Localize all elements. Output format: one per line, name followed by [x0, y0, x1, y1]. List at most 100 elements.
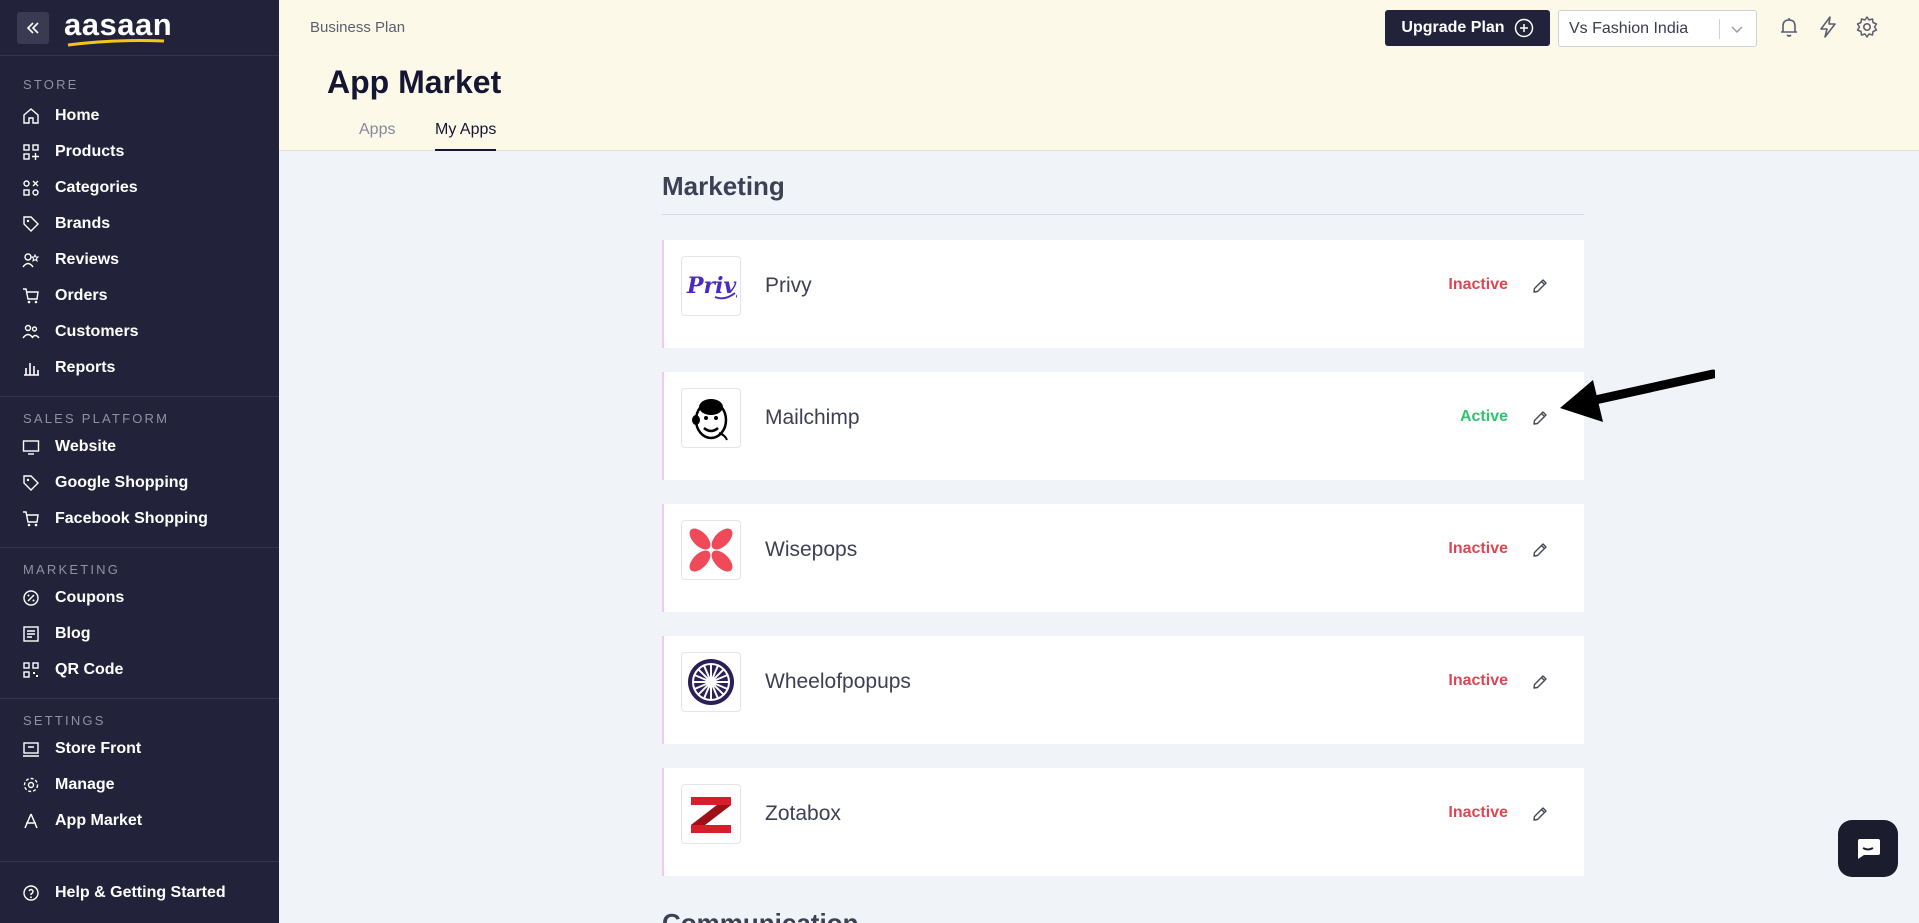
sidebar-item-label: Store Front [55, 740, 142, 757]
sidebar-item-reports[interactable]: Reports [0, 350, 279, 386]
wisepops-logo [681, 520, 741, 580]
sidebar-item-label: Google Shopping [55, 474, 189, 491]
privy-logo: Privy [681, 256, 741, 316]
sidebar-item-label: Reports [55, 359, 116, 376]
cart-icon [23, 511, 39, 527]
app-card-wisepops[interactable]: Wisepops Inactive [662, 504, 1584, 612]
qr-code-icon [23, 662, 39, 678]
sidebar-item-label: Orders [55, 287, 108, 304]
app-name: Wisepops [765, 538, 858, 561]
sidebar-item-brands[interactable]: Brands [0, 206, 279, 242]
categories-icon [23, 180, 39, 196]
plus-circle-icon [1514, 18, 1533, 38]
app-card-privy[interactable]: Privy Privy Inactive [662, 240, 1584, 348]
sidebar-item-label: Manage [55, 776, 115, 793]
sidebar-item-facebook-shopping[interactable]: Facebook Shopping [0, 501, 279, 537]
sidebar-item-coupons[interactable]: Coupons [0, 580, 279, 616]
sidebar-header: aasaan [0, 0, 279, 56]
app-name: Wheelofpopups [765, 670, 911, 693]
tab-apps[interactable]: Apps [359, 121, 395, 151]
edit-icon[interactable] [1531, 541, 1549, 559]
sidebar-item-customers[interactable]: Customers [0, 314, 279, 350]
app-name: Mailchimp [765, 406, 860, 429]
upgrade-plan-button[interactable]: Upgrade Plan [1385, 10, 1550, 46]
zotabox-logo [681, 784, 741, 844]
document-icon [23, 626, 39, 642]
cart-icon [23, 288, 39, 304]
sidebar-item-label: App Market [55, 812, 143, 829]
sidebar-item-store-front[interactable]: Store Front [0, 731, 279, 767]
sidebar-item-label: Home [55, 107, 100, 124]
app-card-zotabox[interactable]: Zotabox Inactive [662, 768, 1584, 876]
reviews-icon [22, 253, 40, 268]
sidebar: aasaan STORE Home Products Categories Br… [0, 0, 279, 923]
store-selector[interactable]: Vs Fashion India [1558, 10, 1757, 47]
chat-button[interactable] [1838, 820, 1898, 877]
collapse-sidebar-button[interactable] [17, 11, 49, 44]
plan-label[interactable]: Business Plan [310, 19, 405, 36]
sidebar-item-label: Blog [55, 625, 91, 642]
home-icon [23, 108, 39, 124]
users-icon [22, 324, 40, 339]
sidebar-footer: Help & Getting Started [0, 861, 279, 923]
divider [1719, 19, 1720, 39]
status-badge: Inactive [1448, 672, 1508, 689]
double-chevron-left-icon [26, 21, 39, 34]
upgrade-plan-label: Upgrade Plan [1401, 19, 1505, 36]
main-content: Marketing Privy Privy Inactive Mailchimp… [662, 151, 1584, 876]
app-card-wheelofpopups[interactable]: Wheelofpopups Inactive [662, 636, 1584, 744]
lightning-icon[interactable] [1816, 15, 1840, 39]
sidebar-item-categories[interactable]: Categories [0, 170, 279, 206]
section-title-marketing: MARKETING [23, 562, 121, 577]
monitor-icon [22, 440, 40, 455]
app-name: Zotabox [765, 802, 841, 825]
edit-icon[interactable] [1531, 409, 1549, 427]
svg-text:Privy: Privy [686, 273, 737, 299]
page-title: App Market [327, 64, 502, 100]
edit-icon[interactable] [1531, 805, 1549, 823]
tag-icon [23, 216, 39, 232]
status-badge: Active [1459, 408, 1508, 425]
sidebar-item-orders[interactable]: Orders [0, 278, 279, 314]
tag-icon [23, 475, 39, 491]
pointer-arrow-icon [1560, 369, 1715, 422]
edit-icon[interactable] [1531, 277, 1549, 295]
app-card-mailchimp[interactable]: Mailchimp Active [662, 372, 1584, 480]
sidebar-item-app-market[interactable]: App Market [0, 803, 279, 839]
gear-icon [23, 777, 39, 793]
sidebar-item-label: Categories [55, 179, 138, 196]
logo[interactable]: aasaan [64, 9, 172, 47]
sidebar-item-label: Facebook Shopping [55, 510, 208, 527]
sidebar-item-label: Customers [55, 323, 139, 340]
section-heading-marketing: Marketing [662, 171, 1584, 215]
sidebar-item-home[interactable]: Home [0, 98, 279, 134]
section-title-sales-platform: SALES PLATFORM [23, 411, 170, 426]
sidebar-item-google-shopping[interactable]: Google Shopping [0, 465, 279, 501]
status-badge: Inactive [1448, 276, 1508, 293]
sidebar-item-blog[interactable]: Blog [0, 616, 279, 652]
sidebar-item-manage[interactable]: Manage [0, 767, 279, 803]
top-header: Business Plan App Market Apps My Apps Up… [279, 0, 1919, 151]
bell-icon[interactable] [1777, 15, 1801, 39]
sidebar-item-products[interactable]: Products [0, 134, 279, 170]
section-title-settings: SETTINGS [23, 713, 106, 728]
sidebar-item-help[interactable]: Help & Getting Started [0, 875, 279, 911]
gear-icon[interactable] [1855, 15, 1879, 39]
sidebar-item-website[interactable]: Website [0, 429, 279, 465]
coupon-icon [23, 590, 39, 606]
sidebar-item-label: Reviews [55, 251, 120, 268]
sidebar-item-label: Coupons [55, 589, 125, 606]
status-badge: Inactive [1448, 540, 1508, 557]
logo-swoosh-icon [67, 39, 165, 47]
sidebar-item-qr-code[interactable]: QR Code [0, 652, 279, 688]
tab-my-apps[interactable]: My Apps [435, 121, 497, 151]
app-market-icon [24, 813, 38, 829]
help-circle-icon [23, 884, 39, 901]
wheelofpopups-logo [681, 652, 741, 712]
sidebar-item-label: Products [55, 143, 125, 160]
sidebar-item-label: Website [55, 438, 117, 455]
chat-bubble-icon [1858, 838, 1880, 859]
sidebar-item-reviews[interactable]: Reviews [0, 242, 279, 278]
edit-icon[interactable] [1531, 673, 1549, 691]
bar-chart-icon [24, 363, 39, 376]
